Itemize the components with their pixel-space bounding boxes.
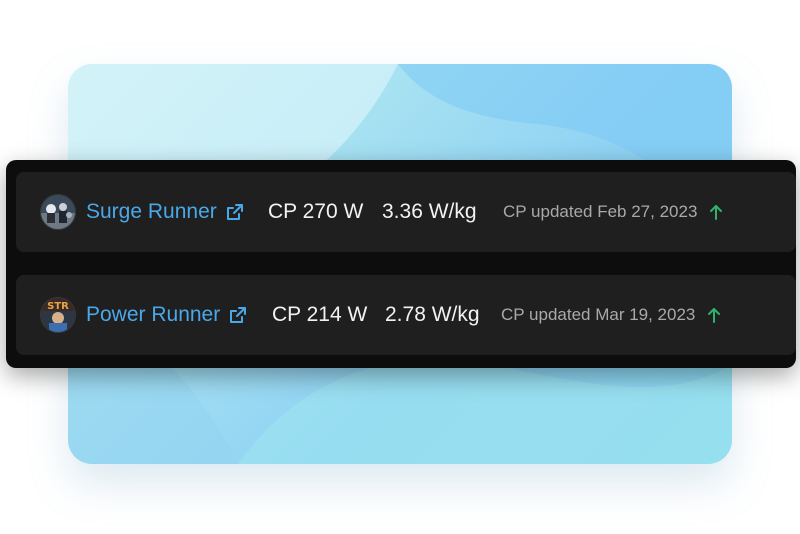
athlete-name[interactable]: Surge Runner <box>86 200 217 224</box>
avatar <box>40 194 76 230</box>
power-to-weight-value: 2.78 W/kg <box>385 303 480 326</box>
athlete-row: STR Power Runner CP 214 W 2.78 W/kg CP u… <box>16 275 796 355</box>
cp-updated-text: CP updated Mar 19, 2023 <box>501 305 696 324</box>
external-link-icon[interactable] <box>229 306 247 324</box>
avatar: STR <box>40 297 76 333</box>
athlete-list-panel: Surge Runner CP 270 W 3.36 W/kg CP updat… <box>6 160 796 368</box>
cp-updated-text: CP updated Feb 27, 2023 <box>503 202 698 221</box>
athlete-name[interactable]: Power Runner <box>86 303 220 327</box>
cp-updated-status: CP updated Mar 19, 2023 <box>501 305 721 325</box>
critical-power-value: CP 214 W <box>272 303 368 326</box>
stage: Surge Runner CP 270 W 3.36 W/kg CP updat… <box>0 0 800 534</box>
svg-text:STR: STR <box>47 301 69 312</box>
athlete-row: Surge Runner CP 270 W 3.36 W/kg CP updat… <box>16 172 796 252</box>
arrow-up-icon <box>707 307 721 323</box>
cp-updated-status: CP updated Feb 27, 2023 <box>503 202 723 222</box>
athlete-name-link[interactable]: Surge Runner <box>86 200 244 224</box>
critical-power-value: CP 270 W <box>268 200 364 223</box>
external-link-icon[interactable] <box>226 203 244 221</box>
athlete-name-link[interactable]: Power Runner <box>86 303 247 327</box>
power-to-weight-value: 3.36 W/kg <box>382 200 477 223</box>
arrow-up-icon <box>709 204 723 220</box>
